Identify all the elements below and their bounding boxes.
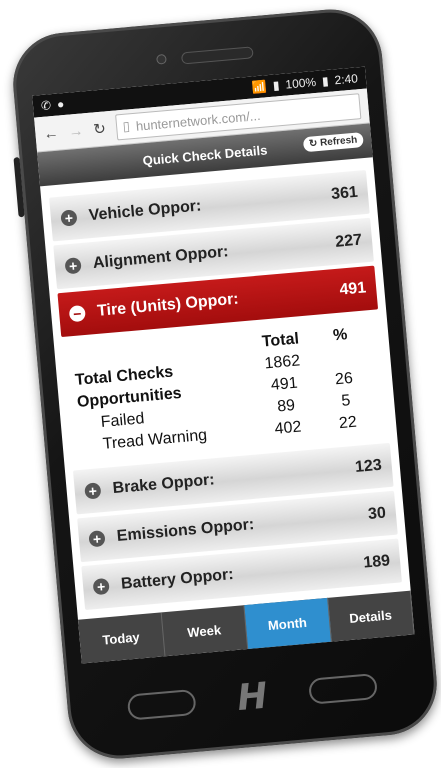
- tab-month[interactable]: Month: [244, 597, 332, 649]
- page-title: Quick Check Details: [142, 141, 268, 168]
- row-value: 189: [362, 552, 391, 572]
- row-value: 491: [338, 279, 367, 299]
- tab-today[interactable]: Today: [77, 612, 166, 664]
- row-label: Alignment Oppor:: [92, 243, 230, 273]
- front-camera: [156, 53, 167, 65]
- forward-icon[interactable]: →: [68, 122, 84, 140]
- row-value: 123: [354, 456, 383, 476]
- summary-list: + Vehicle Oppor: 361 + Alignment Oppor: …: [40, 157, 411, 622]
- expand-icon: +: [92, 577, 110, 596]
- reload-icon[interactable]: ↻: [93, 119, 107, 138]
- phone-bottom-controls: H: [126, 666, 379, 728]
- battery-icon: ▮: [321, 73, 330, 89]
- row-value: 227: [334, 231, 363, 251]
- signal-icon: ▮: [272, 78, 281, 93]
- collapse-icon: −: [68, 304, 86, 323]
- row-label: Emissions Oppor:: [116, 516, 255, 545]
- tab-details[interactable]: Details: [327, 590, 415, 642]
- tire-detail-table: Total % Total Checks 1862 Opportunities …: [72, 322, 378, 458]
- url-text: hunternetwork.com/...: [135, 107, 262, 134]
- menu-key-icon: [308, 672, 379, 705]
- row-label: Battery Oppor:: [120, 566, 235, 593]
- side-button: [13, 157, 25, 218]
- expand-icon: +: [88, 530, 106, 548]
- row-value: 30: [367, 504, 387, 523]
- earpiece-speaker: [180, 46, 254, 65]
- detail-total: 402: [274, 418, 303, 438]
- tire-detail-panel: Total % Total Checks 1862 Opportunities …: [62, 313, 390, 466]
- phone-screen: ✆ ● 📶 ▮ 100% ▮ 2:40 ← → ↻ ▯ hunternetwor…: [32, 66, 415, 664]
- page-icon: ▯: [122, 118, 131, 134]
- row-label: Vehicle Oppor:: [88, 197, 203, 225]
- hunter-logo-icon: H: [235, 675, 270, 719]
- expand-icon: +: [60, 209, 78, 227]
- battery-percent: 100%: [284, 74, 317, 92]
- row-label: Tire (Units) Oppor:: [96, 290, 240, 320]
- detail-pct: 22: [338, 413, 358, 433]
- back-icon[interactable]: ←: [43, 124, 59, 142]
- refresh-label: Refresh: [319, 134, 358, 149]
- tab-week[interactable]: Week: [161, 605, 249, 657]
- row-label: Brake Oppor:: [111, 471, 216, 498]
- expand-icon: +: [84, 482, 102, 500]
- notification-icon: ●: [56, 96, 65, 112]
- expand-icon: +: [64, 257, 82, 275]
- phone-body: ✆ ● 📶 ▮ 100% ▮ 2:40 ← → ↻ ▯ hunternetwor…: [8, 5, 441, 763]
- refresh-button[interactable]: ↻ Refresh: [302, 132, 364, 153]
- clock: 2:40: [333, 71, 359, 88]
- phone-frame: ✆ ● 📶 ▮ 100% ▮ 2:40 ← → ↻ ▯ hunternetwor…: [0, 0, 441, 768]
- wifi-icon: 📶: [251, 79, 268, 95]
- row-value: 361: [330, 183, 359, 203]
- back-key-icon: [126, 688, 197, 721]
- whatsapp-icon: ✆: [40, 98, 52, 113]
